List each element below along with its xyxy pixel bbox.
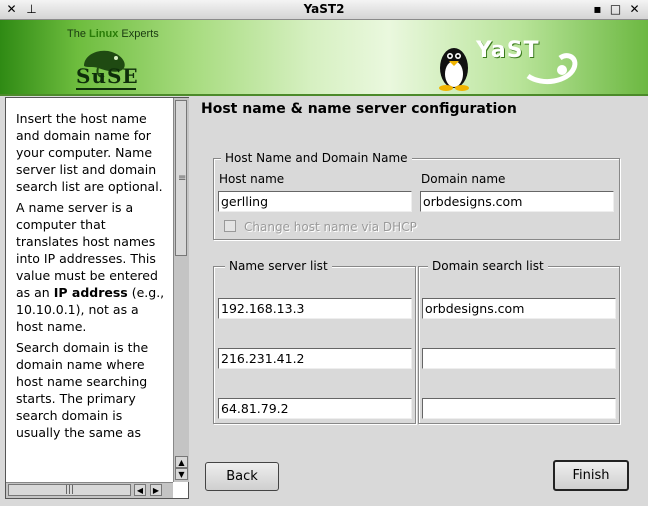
host-frame-title: Host Name and Domain Name [221, 151, 412, 165]
title-bar[interactable]: ✕ ⊥ YaST2 ▪ □ ✕ [0, 0, 648, 20]
vertical-scroll-thumb[interactable]: ≡ [175, 100, 187, 256]
name-server-frame-title: Name server list [225, 259, 332, 273]
page-title: Host name & name server configuration [201, 101, 517, 117]
domain-name-label: Domain name [421, 172, 506, 186]
domain-search-input-2[interactable] [422, 348, 616, 369]
suse-wordmark: SuSE [76, 64, 139, 88]
finish-button[interactable]: Finish [553, 460, 629, 491]
scroll-up-icon[interactable]: ▲ [175, 456, 188, 468]
horizontal-scroll-thumb[interactable]: ||| [8, 484, 131, 496]
grip-icon: ≡ [178, 173, 187, 184]
suse-banner: The Linux Experts SuSE YaST [0, 20, 648, 96]
name-server-input-1[interactable]: 192.168.13.3 [218, 298, 412, 319]
yast-window: ✕ ⊥ YaST2 ▪ □ ✕ The Linux Experts SuSE Y… [0, 0, 648, 506]
suse-underline [76, 88, 136, 90]
domain-name-input[interactable]: orbdesigns.com [420, 191, 614, 212]
maximize-icon[interactable]: □ [608, 2, 623, 17]
help-paragraph: Search domain is the domain name where h… [16, 340, 149, 440]
dhcp-checkbox-label: Change host name via DHCP [244, 220, 417, 234]
window-title: YaST2 [303, 2, 345, 16]
help-horizontal-scrollbar[interactable]: ||| ◀ ▶ [6, 482, 173, 498]
help-text: Insert the host name and domain name for… [16, 110, 166, 445]
domain-search-input-1[interactable]: orbdesigns.com [422, 298, 616, 319]
close-icon[interactable]: ✕ [627, 2, 642, 17]
host-name-label: Host name [219, 172, 285, 186]
dhcp-checkbox[interactable] [224, 220, 236, 232]
minimize-icon[interactable]: ▪ [590, 2, 605, 17]
scroll-down-icon[interactable]: ▼ [175, 468, 188, 480]
domain-search-frame-title: Domain search list [428, 259, 548, 273]
back-button[interactable]: Back [205, 462, 279, 491]
name-server-input-3[interactable]: 64.81.79.2 [218, 398, 412, 419]
host-name-input[interactable]: gerlling [218, 191, 412, 212]
yast-wordmark: YaST [476, 38, 540, 63]
tagline: The Linux Experts [67, 28, 159, 40]
help-paragraph: Insert the host name and domain name for… [16, 111, 163, 194]
help-paragraph: A name server is a computer that transla… [16, 200, 165, 334]
help-vertical-scrollbar[interactable]: ≡ ▲ ▼ [173, 98, 189, 482]
scroll-left-icon[interactable]: ◀ [134, 484, 146, 496]
help-pane[interactable]: Insert the host name and domain name for… [5, 97, 189, 499]
name-server-input-2[interactable]: 216.231.41.2 [218, 348, 412, 369]
domain-search-input-3[interactable] [422, 398, 616, 419]
scroll-right-icon[interactable]: ▶ [150, 484, 162, 496]
